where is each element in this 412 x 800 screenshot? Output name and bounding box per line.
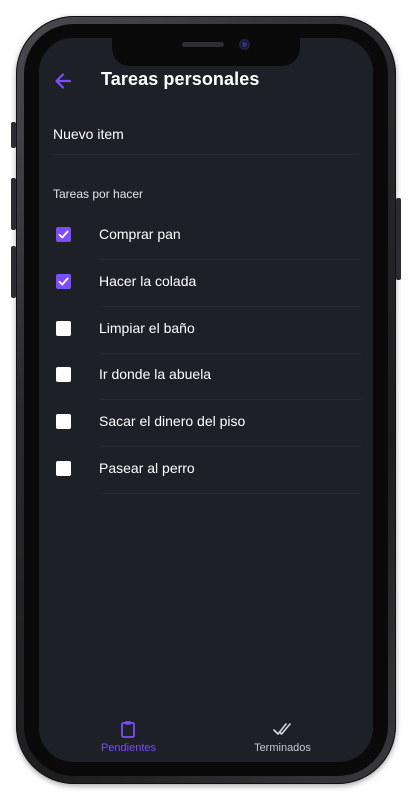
task-label: Limpiar el baño [99, 319, 195, 336]
nav-label-done: Terminados [254, 742, 311, 754]
task-checkbox[interactable] [56, 367, 71, 383]
nav-label-pending: Pendientes [100, 742, 157, 754]
mute-switch [11, 122, 16, 148]
volume-up-button [11, 178, 16, 230]
task-item[interactable]: Ir donde la abuela [39, 354, 373, 401]
arrow-left-icon [55, 73, 72, 89]
back-button[interactable] [52, 70, 74, 92]
task-item[interactable]: Hacer la colada [39, 261, 373, 307]
page-title: Tareas personales [101, 69, 260, 89]
task-divider [99, 493, 361, 494]
new-item-underline [53, 154, 359, 155]
nav-tab-pending[interactable]: Pendientes [45, 710, 212, 762]
task-checkbox[interactable] [56, 273, 71, 289]
app-screen: Tareas personales Nuevo item Tareas por … [39, 38, 373, 762]
app-header: Tareas personales [39, 64, 373, 96]
task-checkbox[interactable] [56, 414, 71, 430]
checkmark-icon [58, 230, 69, 239]
notch [112, 38, 300, 66]
nav-tab-done[interactable]: Terminados [199, 710, 366, 762]
bottom-nav: Pendientes Terminados [39, 710, 373, 762]
task-item[interactable]: Comprar pan [39, 214, 373, 260]
section-label: Tareas por hacer [53, 187, 144, 201]
task-item[interactable]: Sacar el dinero del piso [39, 401, 373, 448]
task-item[interactable]: Limpiar el baño [39, 308, 373, 354]
clipboard-icon [121, 721, 135, 738]
front-camera [239, 39, 250, 50]
task-checkbox[interactable] [56, 227, 71, 242]
new-item-input[interactable]: Nuevo item [53, 126, 124, 142]
task-label: Sacar el dinero del piso [99, 413, 246, 430]
task-label: Pasear al perro [99, 460, 195, 476]
power-button [396, 198, 401, 280]
task-checkbox[interactable] [56, 461, 71, 476]
double-check-icon [273, 723, 291, 735]
task-item[interactable]: Pasear al perro [39, 448, 373, 494]
volume-down-button [11, 246, 16, 298]
task-label: Hacer la colada [99, 272, 197, 289]
task-checkbox[interactable] [56, 320, 71, 336]
task-label: Comprar pan [99, 226, 181, 242]
speaker [182, 42, 224, 47]
task-label: Ir donde la abuela [99, 366, 212, 383]
checkmark-icon [58, 277, 69, 286]
